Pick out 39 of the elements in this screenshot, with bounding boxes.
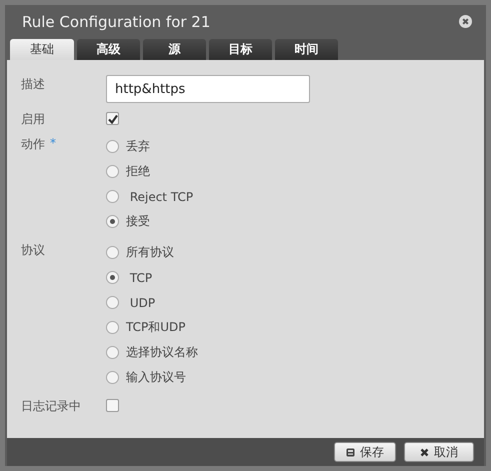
- option-label: 接受: [126, 213, 150, 230]
- field-label: 启用: [21, 111, 45, 128]
- cancel-button[interactable]: 取消: [404, 442, 474, 462]
- radio-button[interactable]: [106, 321, 119, 334]
- option-label: 选择协议名称: [126, 344, 198, 361]
- tab[interactable]: 源: [143, 39, 206, 60]
- tab[interactable]: 高级: [77, 39, 140, 60]
- radio-button[interactable]: [106, 371, 119, 384]
- required-asterisk: *: [50, 136, 56, 152]
- option-label: Reject TCP: [128, 190, 194, 204]
- field-label: 协议: [21, 242, 45, 259]
- radio-button[interactable]: [106, 165, 119, 178]
- tab[interactable]: 目标: [209, 39, 272, 60]
- tab[interactable]: 基础: [10, 39, 74, 60]
- radio-button[interactable]: [106, 296, 119, 309]
- option-label: UDP: [128, 296, 156, 310]
- dialog-title: Rule Configuration for 21: [22, 12, 210, 30]
- radio-button[interactable]: [106, 271, 119, 284]
- option-label: 拒绝: [126, 163, 150, 180]
- radio-button[interactable]: [106, 215, 119, 228]
- option-label: 输入协议号: [126, 369, 186, 386]
- option-label: 所有协议: [126, 244, 174, 261]
- field-label: 动作: [21, 136, 45, 153]
- close-icon[interactable]: [459, 15, 472, 28]
- radio-button[interactable]: [106, 140, 119, 153]
- checkbox[interactable]: [106, 399, 119, 412]
- radio-button[interactable]: [106, 246, 119, 259]
- close-icon: [420, 448, 429, 456]
- option-label: 丢弃: [126, 138, 150, 155]
- save-button[interactable]: 保存: [334, 442, 396, 462]
- option-label: TCP: [128, 270, 152, 284]
- checkbox[interactable]: [106, 112, 119, 125]
- option-label: TCP和UDP: [126, 319, 186, 336]
- description-field[interactable]: http&https: [106, 75, 310, 103]
- radio-button[interactable]: [106, 190, 119, 203]
- field-label: 描述: [21, 76, 45, 93]
- radio-button[interactable]: [106, 346, 119, 359]
- field-label: 日志记录中: [21, 398, 81, 415]
- tab[interactable]: 时间: [275, 39, 338, 60]
